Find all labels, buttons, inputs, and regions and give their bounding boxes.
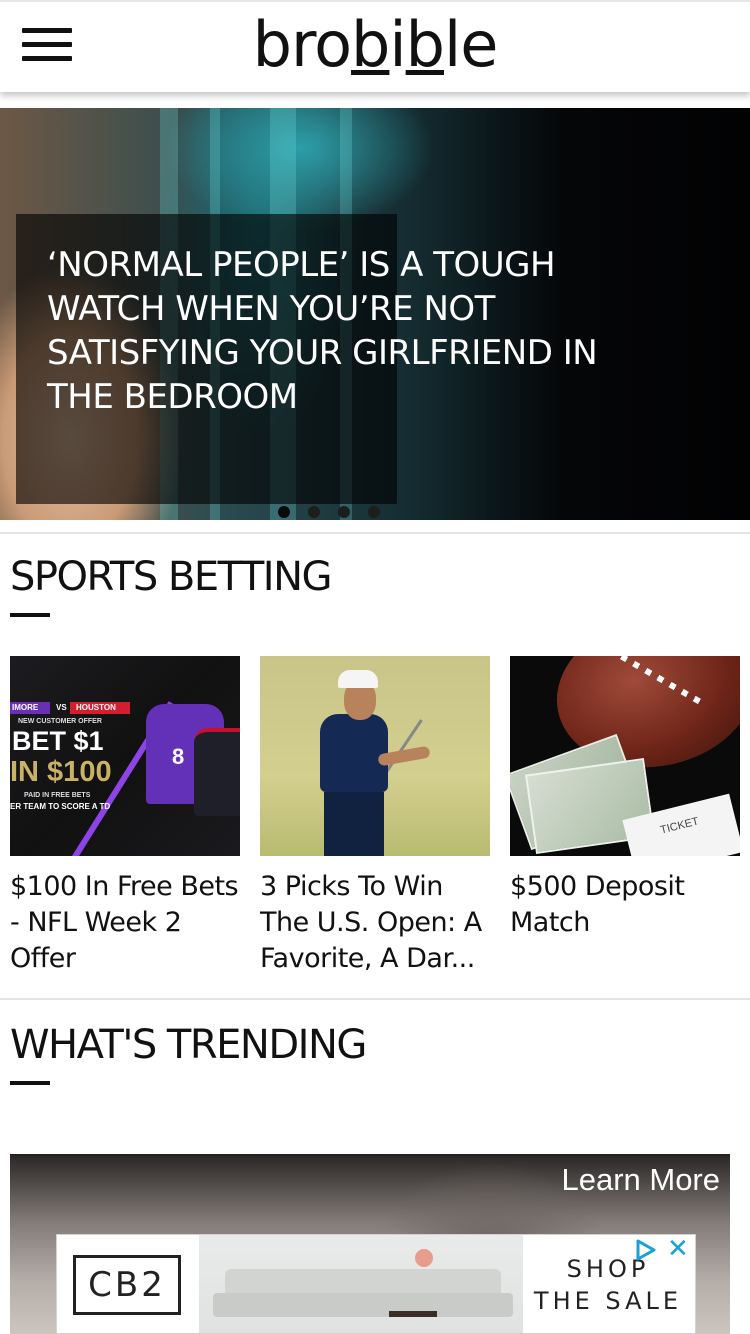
article-thumbnail[interactable]: TICKET <box>510 656 740 856</box>
article-thumbnail[interactable]: IMORE VS HOUSTON NEW CUSTOMER OFFER BET … <box>10 656 240 856</box>
article-title[interactable]: $500 Deposit Match <box>510 869 742 941</box>
article-thumbnail[interactable] <box>260 656 490 856</box>
heading-underline <box>10 613 50 617</box>
slider-dot[interactable] <box>308 506 320 518</box>
close-icon[interactable]: ✕ <box>667 1235 689 1263</box>
section-divider <box>0 998 750 1000</box>
slider-dot[interactable] <box>338 506 350 518</box>
vs-label: VS <box>56 703 67 712</box>
jersey-image <box>194 728 240 816</box>
condition-label: ER TEAM TO SCORE A TD <box>10 802 111 811</box>
team-tag: IMORE <box>10 702 50 714</box>
heading-underline <box>10 1081 50 1085</box>
learn-more-link[interactable]: Learn More <box>561 1162 720 1198</box>
article-title[interactable]: 3 Picks To Win The U.S. Open: A Favorite… <box>260 869 492 977</box>
cb2-logo: CB2 <box>73 1255 181 1315</box>
article-title[interactable]: $100 In Free Bets - NFL Week 2 Offer <box>10 869 242 977</box>
slider-dot[interactable] <box>368 506 380 518</box>
banner-ad[interactable]: CB2 SHOP THE SALE ✕ <box>56 1234 696 1334</box>
hero-title[interactable]: ‘NORMAL PEOPLE’ IS A TOUGH WATCH WHEN YO… <box>47 243 637 419</box>
slider-dot[interactable] <box>278 506 290 518</box>
hero-slider[interactable]: ‘NORMAL PEOPLE’ IS A TOUGH WATCH WHEN YO… <box>0 108 750 520</box>
adchoices-icon[interactable] <box>635 1239 657 1261</box>
paid-label: PAID IN FREE BETS <box>24 792 91 799</box>
win-text: IN $100 <box>10 756 112 788</box>
sofa-image <box>199 1235 523 1333</box>
jersey-number: 8 <box>172 744 185 769</box>
sports-betting-heading: SPORTS BETTING <box>10 554 333 600</box>
trending-heading: WHAT'S TRENDING <box>10 1022 367 1068</box>
shop-the-sale-text[interactable]: SHOP THE SALE <box>533 1253 683 1317</box>
team-tag: HOUSTON <box>70 702 130 714</box>
bet-text: BET $1 <box>12 726 104 756</box>
brobible-logo[interactable]: brobible <box>0 8 750 82</box>
cta-line: THE SALE <box>533 1287 683 1315</box>
site-header: brobible <box>0 0 750 92</box>
slider-dots <box>278 506 380 518</box>
offer-label: NEW CUSTOMER OFFER <box>18 718 102 725</box>
cta-line: SHOP <box>566 1255 650 1283</box>
section-divider <box>0 532 750 534</box>
